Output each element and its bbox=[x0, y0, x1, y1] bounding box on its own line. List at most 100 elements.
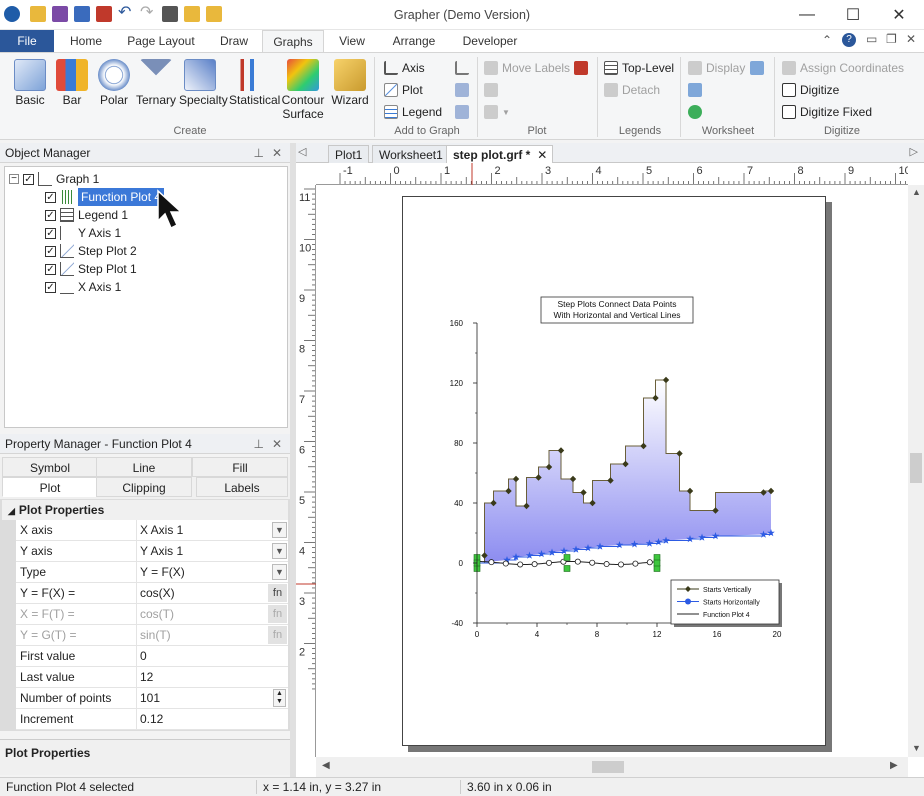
spinner-icon[interactable]: ▲ ▼ bbox=[273, 689, 286, 707]
prop-row-yfx[interactable]: Y = F(X) = cos(X) fn bbox=[16, 583, 288, 604]
horizontal-scrollbar[interactable]: ◀ ▶ bbox=[316, 757, 908, 777]
add-extra-legend-button[interactable] bbox=[455, 103, 469, 121]
tab-view[interactable]: View bbox=[330, 30, 374, 52]
collapse-icon[interactable]: ◢ bbox=[8, 506, 15, 516]
tree-item-legend[interactable]: ✓ Legend 1 bbox=[45, 206, 128, 224]
checkbox[interactable]: ✓ bbox=[45, 191, 56, 203]
tree-item-step-plot-1[interactable]: ✓ Step Plot 1 bbox=[45, 260, 137, 278]
tab-file[interactable]: File bbox=[0, 30, 54, 52]
tab-plot[interactable]: Plot bbox=[2, 477, 98, 497]
tab-home[interactable]: Home bbox=[60, 30, 112, 52]
checkbox[interactable]: ✓ bbox=[45, 227, 56, 239]
fn-button[interactable]: fn bbox=[268, 584, 287, 602]
prop-row-number-of-points[interactable]: Number of points 101 ▲ ▼ bbox=[16, 688, 288, 709]
basic-button[interactable]: Basic bbox=[9, 59, 51, 107]
tab-fill[interactable]: Fill bbox=[192, 457, 288, 477]
tab-scroll-left-icon[interactable]: ◁ bbox=[298, 145, 306, 158]
ternary-button[interactable]: Ternary bbox=[135, 59, 177, 107]
assign-coordinates-button[interactable]: Assign Coordinates bbox=[782, 59, 904, 77]
plot-option-button[interactable] bbox=[574, 59, 588, 77]
dropdown-icon[interactable]: ▼ bbox=[272, 543, 287, 559]
tab-developer[interactable]: Developer bbox=[456, 30, 524, 52]
worksheet-copy-button[interactable] bbox=[688, 81, 702, 99]
specialty-button[interactable]: Specialty bbox=[179, 59, 228, 107]
contour-surface-button[interactable]: Contour Surface bbox=[280, 59, 326, 121]
display-button[interactable]: Display bbox=[688, 59, 745, 77]
tab-clipping[interactable]: Clipping bbox=[96, 477, 192, 497]
dropdown-icon[interactable]: ▼ bbox=[272, 522, 287, 538]
minimize-button[interactable]: — bbox=[784, 0, 830, 30]
prop-row-first-value[interactable]: First value 0 bbox=[16, 646, 288, 667]
close-button[interactable]: ✕ bbox=[876, 0, 922, 30]
plot-tool-button[interactable] bbox=[484, 81, 498, 99]
add-extra-plot-button[interactable] bbox=[455, 81, 469, 99]
digitize-button[interactable]: Digitize bbox=[782, 81, 839, 99]
selection-handle bbox=[653, 554, 661, 561]
tab-graphs[interactable]: Graphs bbox=[262, 30, 324, 53]
status-coordinates: x = 1.14 in, y = 3.27 in bbox=[256, 780, 381, 794]
tab-page-layout[interactable]: Page Layout bbox=[124, 30, 198, 52]
maximize-button[interactable]: ☐ bbox=[830, 0, 876, 30]
doc-restore-icon[interactable]: ❐ bbox=[886, 32, 897, 46]
tab-draw[interactable]: Draw bbox=[210, 30, 258, 52]
digitize-fixed-button[interactable]: Digitize Fixed bbox=[782, 103, 872, 121]
checkbox[interactable]: ✓ bbox=[23, 173, 34, 185]
checkbox[interactable]: ✓ bbox=[45, 209, 56, 221]
help-icon[interactable]: ? bbox=[842, 33, 856, 47]
add-axis-button[interactable]: Axis bbox=[384, 59, 425, 77]
add-plot-button[interactable]: Plot bbox=[384, 81, 423, 99]
tab-symbol[interactable]: Symbol bbox=[2, 457, 98, 477]
checkbox[interactable]: ✓ bbox=[45, 263, 56, 275]
prop-row-y-axis[interactable]: Y axis Y Axis 1 ▼ bbox=[16, 541, 288, 562]
close-pane-icon[interactable]: ✕ bbox=[272, 434, 282, 454]
doc-tab-worksheet1[interactable]: Worksheet1 bbox=[372, 145, 450, 164]
top-level-button[interactable]: Top-Level bbox=[604, 59, 674, 77]
tree-item-function-plot[interactable]: ✓ Function Plot 4 bbox=[45, 187, 166, 207]
polar-button[interactable]: Polar bbox=[93, 59, 135, 107]
collapse-icon[interactable]: − bbox=[9, 174, 19, 184]
detach-button[interactable]: Detach bbox=[604, 81, 660, 99]
scroll-up-icon[interactable]: ▲ bbox=[912, 187, 921, 197]
move-labels-button[interactable]: Move Labels bbox=[484, 59, 570, 77]
prop-row-last-value[interactable]: Last value 12 bbox=[16, 667, 288, 688]
tab-scroll-right-icon[interactable]: ▷ bbox=[910, 145, 918, 158]
tab-line[interactable]: Line bbox=[96, 457, 192, 477]
tab-labels[interactable]: Labels bbox=[196, 477, 288, 497]
tree-item-step-plot-2[interactable]: ✓ Step Plot 2 bbox=[45, 242, 137, 260]
add-legend-button[interactable]: Legend bbox=[384, 103, 442, 121]
prop-row-type[interactable]: Type Y = F(X) ▼ bbox=[16, 562, 288, 583]
vertical-scroll-thumb[interactable] bbox=[910, 453, 922, 483]
checkbox[interactable]: ✓ bbox=[45, 245, 56, 257]
tree-item-graph[interactable]: − ✓ Graph 1 bbox=[9, 170, 99, 188]
doc-minimize-icon[interactable]: ▭ bbox=[866, 32, 877, 46]
scroll-down-icon[interactable]: ▼ bbox=[912, 743, 921, 753]
horizontal-scroll-thumb[interactable] bbox=[592, 761, 624, 773]
step-plot-chart[interactable]: Step Plots Connect Data PointsWith Horiz… bbox=[403, 197, 827, 747]
pin-icon[interactable]: ⊥ bbox=[254, 143, 264, 163]
plot-dropdown-button[interactable]: ▼ bbox=[484, 103, 510, 121]
vertical-scrollbar[interactable]: ▲ ▼ bbox=[908, 185, 924, 757]
canvas[interactable]: Step Plots Connect Data Points With Horiz… bbox=[316, 185, 906, 757]
doc-tab-step-plot[interactable]: step plot.grf * ✕ bbox=[446, 145, 554, 164]
plot-properties-section[interactable]: ◢ Plot Properties bbox=[2, 500, 288, 520]
checkbox[interactable]: ✓ bbox=[45, 281, 56, 293]
tree-item-y-axis[interactable]: ✓ Y Axis 1 bbox=[45, 224, 121, 242]
statistical-button[interactable]: Statistical bbox=[229, 59, 280, 107]
tree-item-x-axis[interactable]: ✓ X Axis 1 bbox=[45, 278, 121, 296]
dropdown-icon[interactable]: ▼ bbox=[272, 564, 287, 580]
prop-row-increment[interactable]: Increment 0.12 bbox=[16, 709, 288, 730]
add-extra-axis-button[interactable] bbox=[455, 59, 469, 77]
scroll-left-icon[interactable]: ◀ bbox=[322, 760, 330, 771]
close-pane-icon[interactable]: ✕ bbox=[272, 143, 282, 163]
bar-button[interactable]: Bar bbox=[51, 59, 93, 107]
pin-icon[interactable]: ⊥ bbox=[254, 434, 264, 454]
worksheet-refresh-button[interactable] bbox=[688, 103, 702, 121]
scroll-right-icon[interactable]: ▶ bbox=[890, 760, 898, 771]
wizard-button[interactable]: Wizard bbox=[329, 59, 371, 107]
tab-arrange[interactable]: Arrange bbox=[384, 30, 444, 52]
worksheet-grid-button[interactable] bbox=[750, 59, 764, 77]
doc-close-icon[interactable]: ✕ bbox=[906, 32, 916, 46]
doc-tab-plot1[interactable]: Plot1 bbox=[328, 145, 370, 164]
prop-row-x-axis[interactable]: X axis X Axis 1 ▼ bbox=[16, 520, 288, 541]
collapse-ribbon-icon[interactable]: ⌃ bbox=[822, 33, 832, 47]
